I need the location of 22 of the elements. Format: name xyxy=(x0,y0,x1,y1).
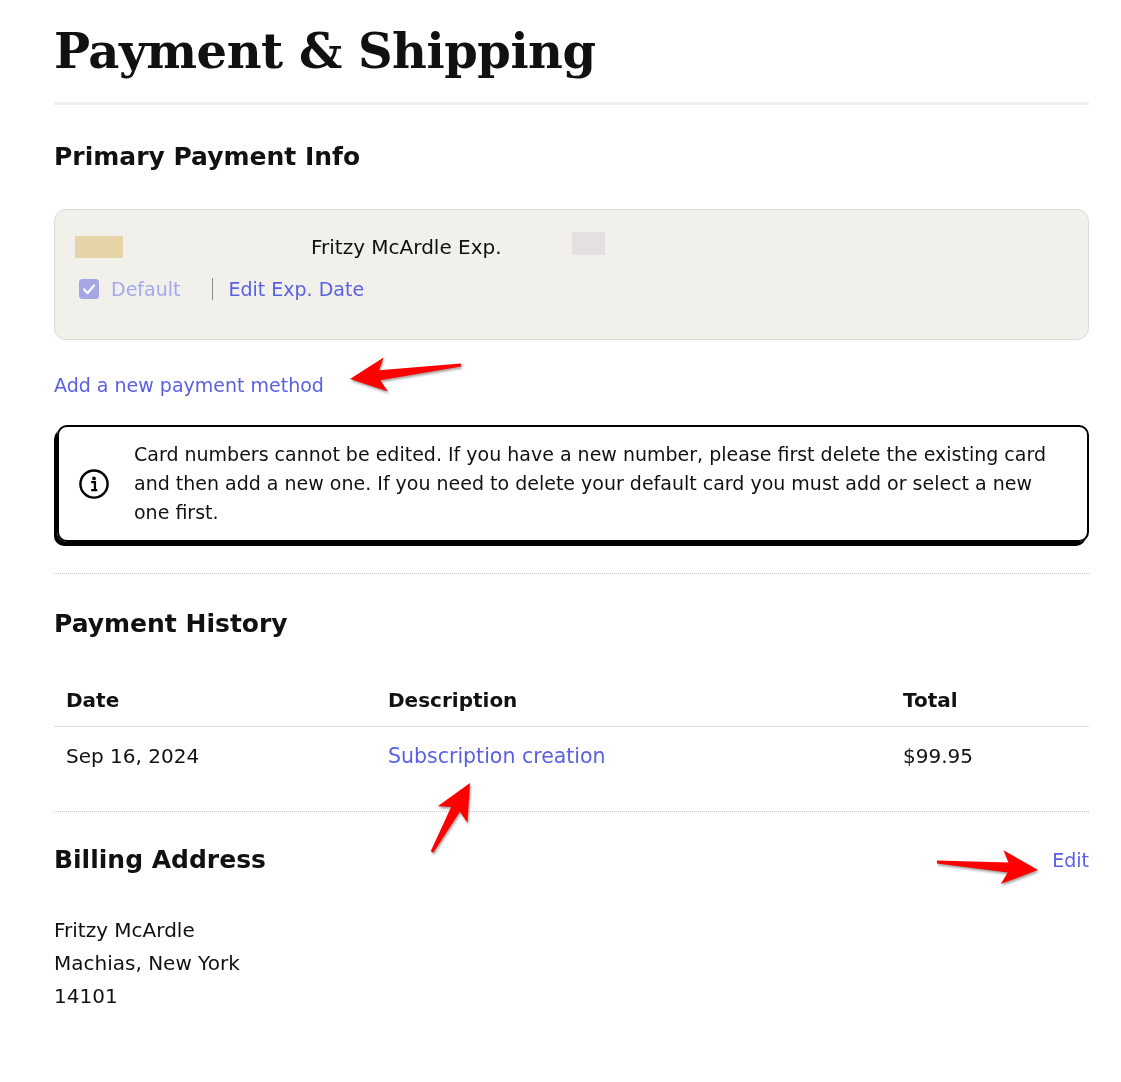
address-line: Fritzy McArdle xyxy=(54,917,196,944)
cardholder-name: Fritzy McArdle Exp. xyxy=(311,235,502,259)
address-line: Machias, New York xyxy=(54,950,241,977)
table-cell: $99.95 xyxy=(903,743,973,768)
column-header: Description xyxy=(387,688,519,712)
column-header: Date xyxy=(65,688,121,712)
notice-text: Card numbers cannot be edited. If you have a new number, please first delete the existing card and then add a new one. If you need to delete your default card you must add or select a new one first. xyxy=(134,442,1047,525)
add-payment-method-link[interactable]: Add a new payment method xyxy=(54,374,324,396)
section-heading: Billing Address xyxy=(54,844,266,876)
column-header: Total xyxy=(902,688,959,712)
annotation-arrow xyxy=(430,783,470,853)
section-heading: Primary Payment Info xyxy=(54,141,362,173)
edit-exp-date-link[interactable]: Edit Exp. Date xyxy=(228,278,365,300)
info-icon xyxy=(79,468,109,499)
address-line: 14101 xyxy=(54,983,119,1010)
edit-link[interactable]: Edit xyxy=(1052,849,1089,871)
page-title: Payment & Shipping xyxy=(54,22,597,81)
checkbox-label: Default xyxy=(111,278,181,300)
section-heading: Payment History xyxy=(54,608,289,640)
description-link[interactable]: Subscription creation xyxy=(388,743,606,768)
redacted-block xyxy=(75,236,123,258)
table-cell: Sep 16, 2024 xyxy=(66,743,200,768)
